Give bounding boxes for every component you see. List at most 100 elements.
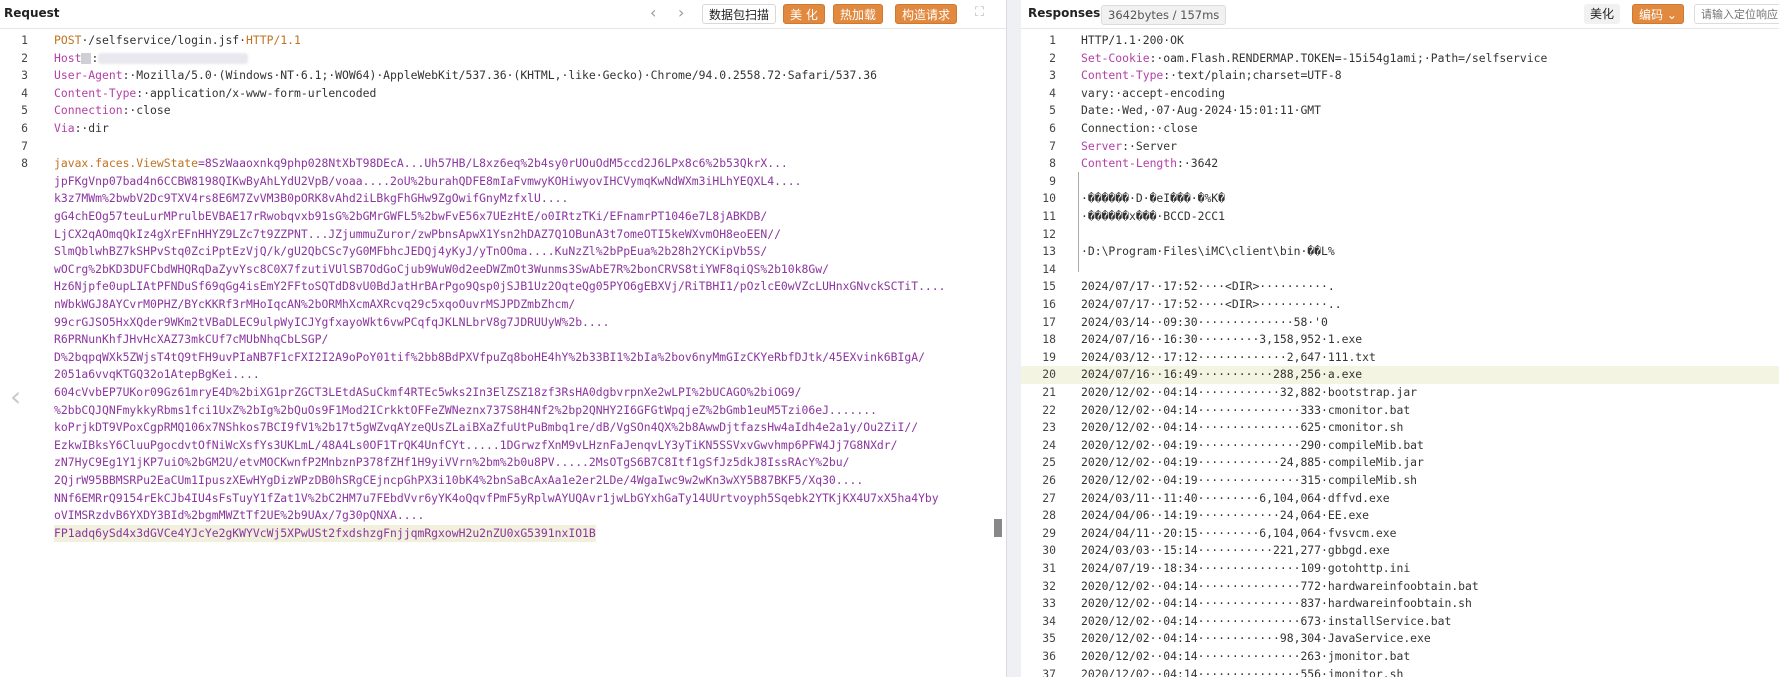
line-number: 4 <box>21 85 28 100</box>
code-line: wOCrg%2bKD3DUFCbdWHQRqDaZyvYsc8C0X7fzuti… <box>0 261 1006 279</box>
encoding-dropdown[interactable]: 编码 ⌄ <box>1632 4 1684 24</box>
code-token: 2024/03/11··11:40·········6,104,064·dffv… <box>1081 490 1390 505</box>
code-token: wOCrg%2bKD3DUFCbdWHQRqDaZyvYsc8C0X7fzuti… <box>54 261 829 276</box>
code-line: 21 2020/12/02··04:14············32,882·bo… <box>1021 384 1779 402</box>
line-code: 2020/12/02··04:14············98,304·Java… <box>1081 630 1431 648</box>
code-line: 604cVvbEP7UKor09Gz61mryE4D%2biXG1prZGCT3… <box>0 384 1006 402</box>
code-token: javax.faces.ViewState <box>54 156 199 171</box>
code-token: 2QjrW95BBMSRPu2EaCUm1IpuszXEwHYgDizWPzDB… <box>54 473 864 487</box>
line-code: Host: <box>54 50 249 68</box>
code-token: HTTP/1.1 <box>246 33 301 47</box>
code-line: 14 <box>1021 261 1779 279</box>
code-line: nWbkWGJ8AYCvrM0PHZ/BYcKKRf3rMHoIqcAN%2bO… <box>0 296 1006 314</box>
line-code: oVIMSRzdvB6YXDY3BId%2bgmMWZtTf2UE%2b9UAx… <box>54 507 424 525</box>
line-code: wOCrg%2bKD3DUFCbdWHQRqDaZyvYsc8C0X7fzuti… <box>54 261 829 279</box>
line-number: 6 <box>1049 121 1056 135</box>
line-code: k3z7MWm%2bwbV2Dc9TXV4rs8E6M7ZvVM3B0pORK8… <box>54 190 568 208</box>
line-number: 10 <box>1042 191 1056 206</box>
code-token: oVIMSRzdvB6YXDY3BId%2bgmMWZtTf2UE%2b9UAx… <box>54 508 425 523</box>
code-token: 2020/12/02··04:14···············333·cmon… <box>1081 402 1411 417</box>
line-code: ·������x���·BCCD-2CC1 <box>1081 208 1225 226</box>
expand-icon[interactable]: ⛶ <box>975 5 984 20</box>
code-line: 29 2024/04/11··20:15·········6,104,064·fv… <box>1021 525 1779 543</box>
line-code: 2024/03/03··15:14···········221,277·gbbg… <box>1081 542 1390 560</box>
beautify-button[interactable]: 美 化 <box>783 4 825 24</box>
line-code: 2024/04/06··14:19············24,064·EE.e… <box>1081 507 1369 525</box>
line-code: Server:·Server <box>1081 138 1177 156</box>
packet-scan-button[interactable]: 数据包扫描 <box>702 4 777 24</box>
line-number: 22 <box>1042 402 1056 417</box>
line-number: 14 <box>1042 261 1056 276</box>
collapse-left-icon[interactable]: ‹ <box>10 380 21 413</box>
response-search-input[interactable] <box>1694 4 1779 24</box>
request-scrollbar[interactable] <box>994 519 1002 537</box>
code-token: 2020/12/02··04:14···············673·inst… <box>1081 613 1452 628</box>
code-line: 6 Via:·dir <box>0 120 1006 138</box>
code-token: 2020/12/02··04:19············24,885·comp… <box>1081 455 1424 470</box>
line-number: 1 <box>21 33 28 47</box>
code-token: Server <box>1081 138 1123 153</box>
code-line: 30 2024/03/03··15:14···········221,277·gb… <box>1021 542 1779 560</box>
pane-divider[interactable] <box>1006 0 1022 677</box>
line-number: 18 <box>1042 332 1056 347</box>
code-token: jpFKgVnp07bad4n6CCBW8198QIKwByAhLYdU2VpB… <box>54 173 802 188</box>
line-code: nWbkWGJ8AYCvrM0PHZ/BYcKKRf3rMHoIqcAN%2bO… <box>54 296 575 314</box>
code-token: Via <box>54 121 75 135</box>
line-code: EzkwIBksY6CluuPgocdvtOfNiWcXsfYs3UKLmL/4… <box>54 437 898 455</box>
line-code: 2020/12/02··04:19············24,885·comp… <box>1081 454 1424 472</box>
code-token: :·oam.Flash.RENDERMAP.TOKEN=-15i54g1ami;… <box>1149 50 1548 65</box>
line-code: LjCX2qAOmqQkIz4gXrEFnHHYZ9LZc7t9ZZPNT...… <box>54 226 781 244</box>
code-token: 2024/04/11··20:15·········6,104,064·fvsv… <box>1081 525 1397 540</box>
code-token: Content-Type <box>54 85 137 100</box>
code-line: 17 2024/03/14··09:30··············58·'0 <box>1021 314 1779 332</box>
code-line: oVIMSRzdvB6YXDY3BId%2bgmMWZtTf2UE%2b9UAx… <box>0 507 1006 525</box>
code-token: Date:·Wed,·07·Aug·2024·15:01:11·GMT <box>1081 103 1322 118</box>
line-code: 2024/03/11··11:40·········6,104,064·dffv… <box>1081 490 1390 508</box>
forward-arrow-icon[interactable]: › <box>678 3 684 22</box>
back-arrow-icon[interactable]: ‹ <box>650 3 656 22</box>
code-line: 1 HTTP/1.1·200·OK <box>1021 32 1779 50</box>
code-token: User-Agent <box>54 68 123 83</box>
response-editor[interactable]: 1 HTTP/1.1·200·OK 2 Set-Cookie:·oam.Flash.R… <box>1021 30 1779 677</box>
code-token: 2024/03/14··09:30··············58·'0 <box>1081 314 1328 329</box>
line-number: 11 <box>1042 209 1056 223</box>
line-code: koPrjkDT9VPoxCgpRMQ106x7NShkos7BCI9fV1%2… <box>54 419 918 437</box>
construct-request-button[interactable]: 构造请求 <box>895 4 958 24</box>
code-token: 2020/12/02··04:14···············263·jmon… <box>1081 649 1411 663</box>
line-number: 19 <box>1042 349 1056 364</box>
code-token: :·Server <box>1122 138 1178 153</box>
code-token: :·text/plain;charset=UTF-8 <box>1163 68 1342 83</box>
line-number: 28 <box>1042 508 1056 523</box>
code-token: 2024/03/03··15:14···········221,277·gbbg… <box>1081 543 1390 558</box>
hot-load-button[interactable]: 热加载 <box>833 4 884 24</box>
code-line: 26 2020/12/02··04:19···············315·co… <box>1021 472 1779 490</box>
code-line: 9 <box>1021 173 1779 191</box>
line-code: D%2bqpqWXk5ZWjsT4tQ9tFH9uvPIaNB7F1cFXI2I… <box>54 349 925 367</box>
code-token: EzkwIBksY6CluuPgocdvtOfNiWcXsfYs3UKLmL/4… <box>54 437 898 452</box>
request-toolbar: Request ‹ › 数据包扫描 美 化 热加载 构造请求 ⛶ <box>0 0 1006 29</box>
line-number: 30 <box>1042 543 1056 558</box>
code-line: 35 2020/12/02··04:14············98,304·Ja… <box>1021 630 1779 648</box>
line-code: HTTP/1.1·200·OK <box>1081 32 1184 50</box>
line-number: 23 <box>1042 420 1056 435</box>
code-line: 18 2024/07/16··16:30·········3,158,952·1.… <box>1021 331 1779 349</box>
line-number: 29 <box>1042 525 1056 540</box>
line-code: 2024/03/12··17:12·············2,647·111.… <box>1081 349 1376 367</box>
code-line: 34 2020/12/02··04:14···············673·in… <box>1021 613 1779 631</box>
code-token: 2024/07/16··16:30·········3,158,952·1.ex… <box>1081 332 1363 347</box>
line-code: 2051a6vvqKTGQ32o1AtepBgKei.... <box>54 366 260 384</box>
request-title: Request <box>4 6 60 20</box>
code-line: 10 ·������·D·�eI���·�%K� <box>1021 190 1779 208</box>
code-token: 2024/07/19··18:34···············109·goto… <box>1081 561 1411 575</box>
code-line: D%2bqpqWXk5ZWjsT4tQ9tFH9uvPIaNB7F1cFXI2I… <box>0 349 1006 367</box>
code-line: 36 2020/12/02··04:14···············263·jm… <box>1021 648 1779 666</box>
code-token: 2020/12/02··04:14···············556·jmon… <box>1081 666 1404 677</box>
response-beautify-button[interactable]: 美化 <box>1584 4 1621 24</box>
line-code: 2020/12/02··04:19···············315·comp… <box>1081 472 1417 490</box>
line-number: 8 <box>21 156 28 171</box>
line-number: 3 <box>1049 68 1056 83</box>
code-line: LjCX2qAOmqQkIz4gXrEFnHHYZ9LZc7t9ZZPNT...… <box>0 226 1006 244</box>
request-editor[interactable]: 1 POST·/selfservice/login.jsf·HTTP/1.1 2 Ho… <box>0 30 1006 677</box>
line-code: 2QjrW95BBMSRPu2EaCUm1IpuszXEwHYgDizWPzDB… <box>54 472 863 490</box>
code-token: :·application/x-www-form-urlencoded <box>136 85 377 100</box>
